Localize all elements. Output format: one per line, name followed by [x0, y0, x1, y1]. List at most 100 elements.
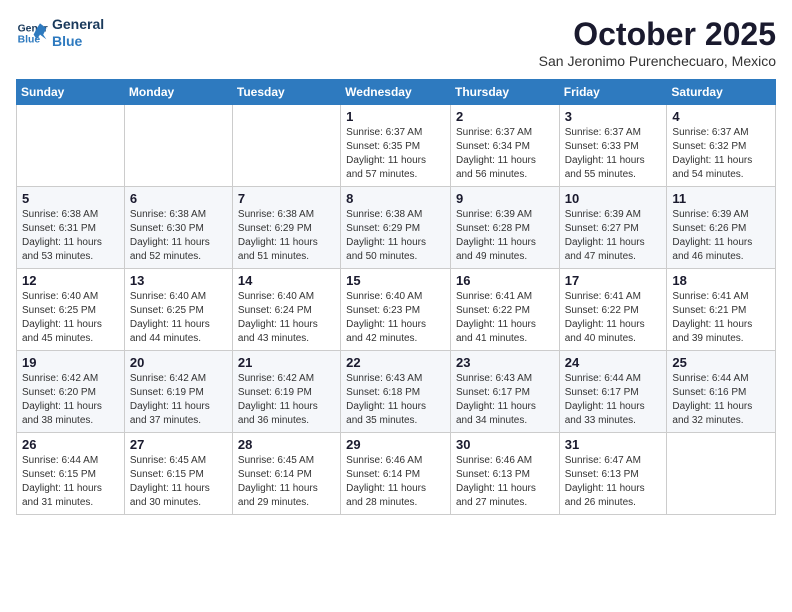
day-number: 9 — [456, 191, 554, 206]
day-number: 5 — [22, 191, 119, 206]
day-info: Sunrise: 6:38 AM Sunset: 6:29 PM Dayligh… — [346, 208, 445, 264]
weekday-header-thursday: Thursday — [450, 80, 559, 105]
calendar-cell: 3Sunrise: 6:37 AM Sunset: 6:33 PM Daylig… — [559, 105, 667, 187]
calendar-cell: 11 Sunrise: 6:39 AM Sunset: 6:26 PM Dayli… — [667, 187, 776, 269]
day-number: 29 — [346, 437, 445, 452]
day-number: 30 — [456, 437, 554, 452]
calendar-cell: 23 Sunrise: 6:43 AM Sunset: 6:17 PM Dayli… — [450, 351, 559, 433]
day-number: 31 — [565, 437, 662, 452]
calendar-cell: 7Sunrise: 6:38 AM Sunset: 6:29 PM Daylig… — [232, 187, 340, 269]
calendar-cell: 29 Sunrise: 6:46 AM Sunset: 6:14 PM Dayli… — [341, 433, 451, 515]
calendar-week-2: 5 Sunrise: 6:38 AM Sunset: 6:31 PM Daylig… — [17, 187, 776, 269]
calendar-cell: 16Sunrise: 6:41 AM Sunset: 6:22 PM Dayli… — [450, 269, 559, 351]
day-number: 7 — [238, 191, 335, 206]
day-info: Sunrise: 6:46 AM Sunset: 6:13 PM Dayligh… — [456, 454, 554, 510]
day-info: Sunrise: 6:41 AM Sunset: 6:22 PM Dayligh… — [565, 290, 662, 346]
day-number: 1 — [346, 109, 445, 124]
day-info: Sunrise: 6:42 AM Sunset: 6:19 PM Dayligh… — [130, 372, 227, 428]
calendar-cell: 13Sunrise: 6:40 AM Sunset: 6:25 PM Dayli… — [124, 269, 232, 351]
calendar-cell: 9 Sunrise: 6:39 AM Sunset: 6:28 PM Daylig… — [450, 187, 559, 269]
day-info: Sunrise: 6:43 AM Sunset: 6:18 PM Dayligh… — [346, 372, 445, 428]
day-info: Sunrise: 6:39 AM Sunset: 6:27 PM Dayligh… — [565, 208, 662, 264]
calendar-cell: 28 Sunrise: 6:45 AM Sunset: 6:14 PM Dayli… — [232, 433, 340, 515]
day-number: 28 — [238, 437, 335, 452]
weekday-header-saturday: Saturday — [667, 80, 776, 105]
weekday-header-sunday: Sunday — [17, 80, 125, 105]
day-info: Sunrise: 6:37 AM Sunset: 6:34 PM Dayligh… — [456, 126, 554, 182]
calendar-cell: 30 Sunrise: 6:46 AM Sunset: 6:13 PM Dayli… — [450, 433, 559, 515]
day-number: 3 — [565, 109, 662, 124]
calendar-header-row: SundayMondayTuesdayWednesdayThursdayFrid… — [17, 80, 776, 105]
day-info: Sunrise: 6:38 AM Sunset: 6:31 PM Dayligh… — [22, 208, 119, 264]
calendar-cell: 12 Sunrise: 6:40 AM Sunset: 6:25 PM Dayli… — [17, 269, 125, 351]
day-info: Sunrise: 6:39 AM Sunset: 6:28 PM Dayligh… — [456, 208, 554, 264]
day-info: Sunrise: 6:44 AM Sunset: 6:17 PM Dayligh… — [565, 372, 662, 428]
calendar-table: SundayMondayTuesdayWednesdayThursdayFrid… — [16, 79, 776, 515]
day-number: 15 — [346, 273, 445, 288]
day-number: 13 — [130, 273, 227, 288]
day-number: 20 — [130, 355, 227, 370]
day-number: 14 — [238, 273, 335, 288]
day-number: 2 — [456, 109, 554, 124]
calendar-cell: 1Sunrise: 6:37 AM Sunset: 6:35 PM Daylig… — [341, 105, 451, 187]
calendar-cell: 6 Sunrise: 6:38 AM Sunset: 6:30 PM Daylig… — [124, 187, 232, 269]
calendar-cell: 5 Sunrise: 6:38 AM Sunset: 6:31 PM Daylig… — [17, 187, 125, 269]
calendar-body: 1Sunrise: 6:37 AM Sunset: 6:35 PM Daylig… — [17, 105, 776, 515]
calendar-cell: 26Sunrise: 6:44 AM Sunset: 6:15 PM Dayli… — [17, 433, 125, 515]
weekday-header-friday: Friday — [559, 80, 667, 105]
day-info: Sunrise: 6:38 AM Sunset: 6:30 PM Dayligh… — [130, 208, 227, 264]
weekday-header-wednesday: Wednesday — [341, 80, 451, 105]
day-info: Sunrise: 6:43 AM Sunset: 6:17 PM Dayligh… — [456, 372, 554, 428]
calendar-cell: 25Sunrise: 6:44 AM Sunset: 6:16 PM Dayli… — [667, 351, 776, 433]
day-info: Sunrise: 6:45 AM Sunset: 6:14 PM Dayligh… — [238, 454, 335, 510]
calendar-cell: 8Sunrise: 6:38 AM Sunset: 6:29 PM Daylig… — [341, 187, 451, 269]
title-block: October 2025 San Jeronimo Purenchecuaro,… — [539, 16, 776, 69]
day-info: Sunrise: 6:40 AM Sunset: 6:23 PM Dayligh… — [346, 290, 445, 346]
day-number: 11 — [672, 191, 770, 206]
calendar-cell: 22Sunrise: 6:43 AM Sunset: 6:18 PM Dayli… — [341, 351, 451, 433]
calendar-cell — [232, 105, 340, 187]
calendar-cell: 20 Sunrise: 6:42 AM Sunset: 6:19 PM Dayli… — [124, 351, 232, 433]
calendar-cell — [17, 105, 125, 187]
page-header: General Blue General Blue October 2025 S… — [16, 16, 776, 69]
day-number: 6 — [130, 191, 227, 206]
calendar-cell: 24 Sunrise: 6:44 AM Sunset: 6:17 PM Dayli… — [559, 351, 667, 433]
day-info: Sunrise: 6:41 AM Sunset: 6:22 PM Dayligh… — [456, 290, 554, 346]
day-info: Sunrise: 6:44 AM Sunset: 6:15 PM Dayligh… — [22, 454, 119, 510]
calendar-week-1: 1Sunrise: 6:37 AM Sunset: 6:35 PM Daylig… — [17, 105, 776, 187]
calendar-cell: 21 Sunrise: 6:42 AM Sunset: 6:19 PM Dayli… — [232, 351, 340, 433]
day-number: 21 — [238, 355, 335, 370]
calendar-cell — [667, 433, 776, 515]
calendar-cell: 10 Sunrise: 6:39 AM Sunset: 6:27 PM Dayli… — [559, 187, 667, 269]
calendar-cell: 14 Sunrise: 6:40 AM Sunset: 6:24 PM Dayli… — [232, 269, 340, 351]
day-info: Sunrise: 6:39 AM Sunset: 6:26 PM Dayligh… — [672, 208, 770, 264]
day-info: Sunrise: 6:40 AM Sunset: 6:25 PM Dayligh… — [22, 290, 119, 346]
day-number: 17 — [565, 273, 662, 288]
weekday-header-monday: Monday — [124, 80, 232, 105]
calendar-cell: 19Sunrise: 6:42 AM Sunset: 6:20 PM Dayli… — [17, 351, 125, 433]
day-number: 4 — [672, 109, 770, 124]
day-info: Sunrise: 6:44 AM Sunset: 6:16 PM Dayligh… — [672, 372, 770, 428]
day-number: 12 — [22, 273, 119, 288]
calendar-cell: 31 Sunrise: 6:47 AM Sunset: 6:13 PM Dayli… — [559, 433, 667, 515]
day-number: 23 — [456, 355, 554, 370]
month-title: October 2025 — [539, 16, 776, 53]
day-info: Sunrise: 6:42 AM Sunset: 6:19 PM Dayligh… — [238, 372, 335, 428]
calendar-cell: 27Sunrise: 6:45 AM Sunset: 6:15 PM Dayli… — [124, 433, 232, 515]
day-info: Sunrise: 6:47 AM Sunset: 6:13 PM Dayligh… — [565, 454, 662, 510]
day-info: Sunrise: 6:37 AM Sunset: 6:32 PM Dayligh… — [672, 126, 770, 182]
day-number: 27 — [130, 437, 227, 452]
calendar-week-3: 12 Sunrise: 6:40 AM Sunset: 6:25 PM Dayli… — [17, 269, 776, 351]
calendar-week-4: 19Sunrise: 6:42 AM Sunset: 6:20 PM Dayli… — [17, 351, 776, 433]
day-info: Sunrise: 6:46 AM Sunset: 6:14 PM Dayligh… — [346, 454, 445, 510]
day-info: Sunrise: 6:40 AM Sunset: 6:24 PM Dayligh… — [238, 290, 335, 346]
calendar-cell — [124, 105, 232, 187]
day-info: Sunrise: 6:42 AM Sunset: 6:20 PM Dayligh… — [22, 372, 119, 428]
logo-icon: General Blue — [16, 17, 48, 49]
day-number: 18 — [672, 273, 770, 288]
day-number: 24 — [565, 355, 662, 370]
location-subtitle: San Jeronimo Purenchecuaro, Mexico — [539, 53, 776, 69]
day-number: 10 — [565, 191, 662, 206]
day-info: Sunrise: 6:41 AM Sunset: 6:21 PM Dayligh… — [672, 290, 770, 346]
calendar-cell: 2 Sunrise: 6:37 AM Sunset: 6:34 PM Daylig… — [450, 105, 559, 187]
